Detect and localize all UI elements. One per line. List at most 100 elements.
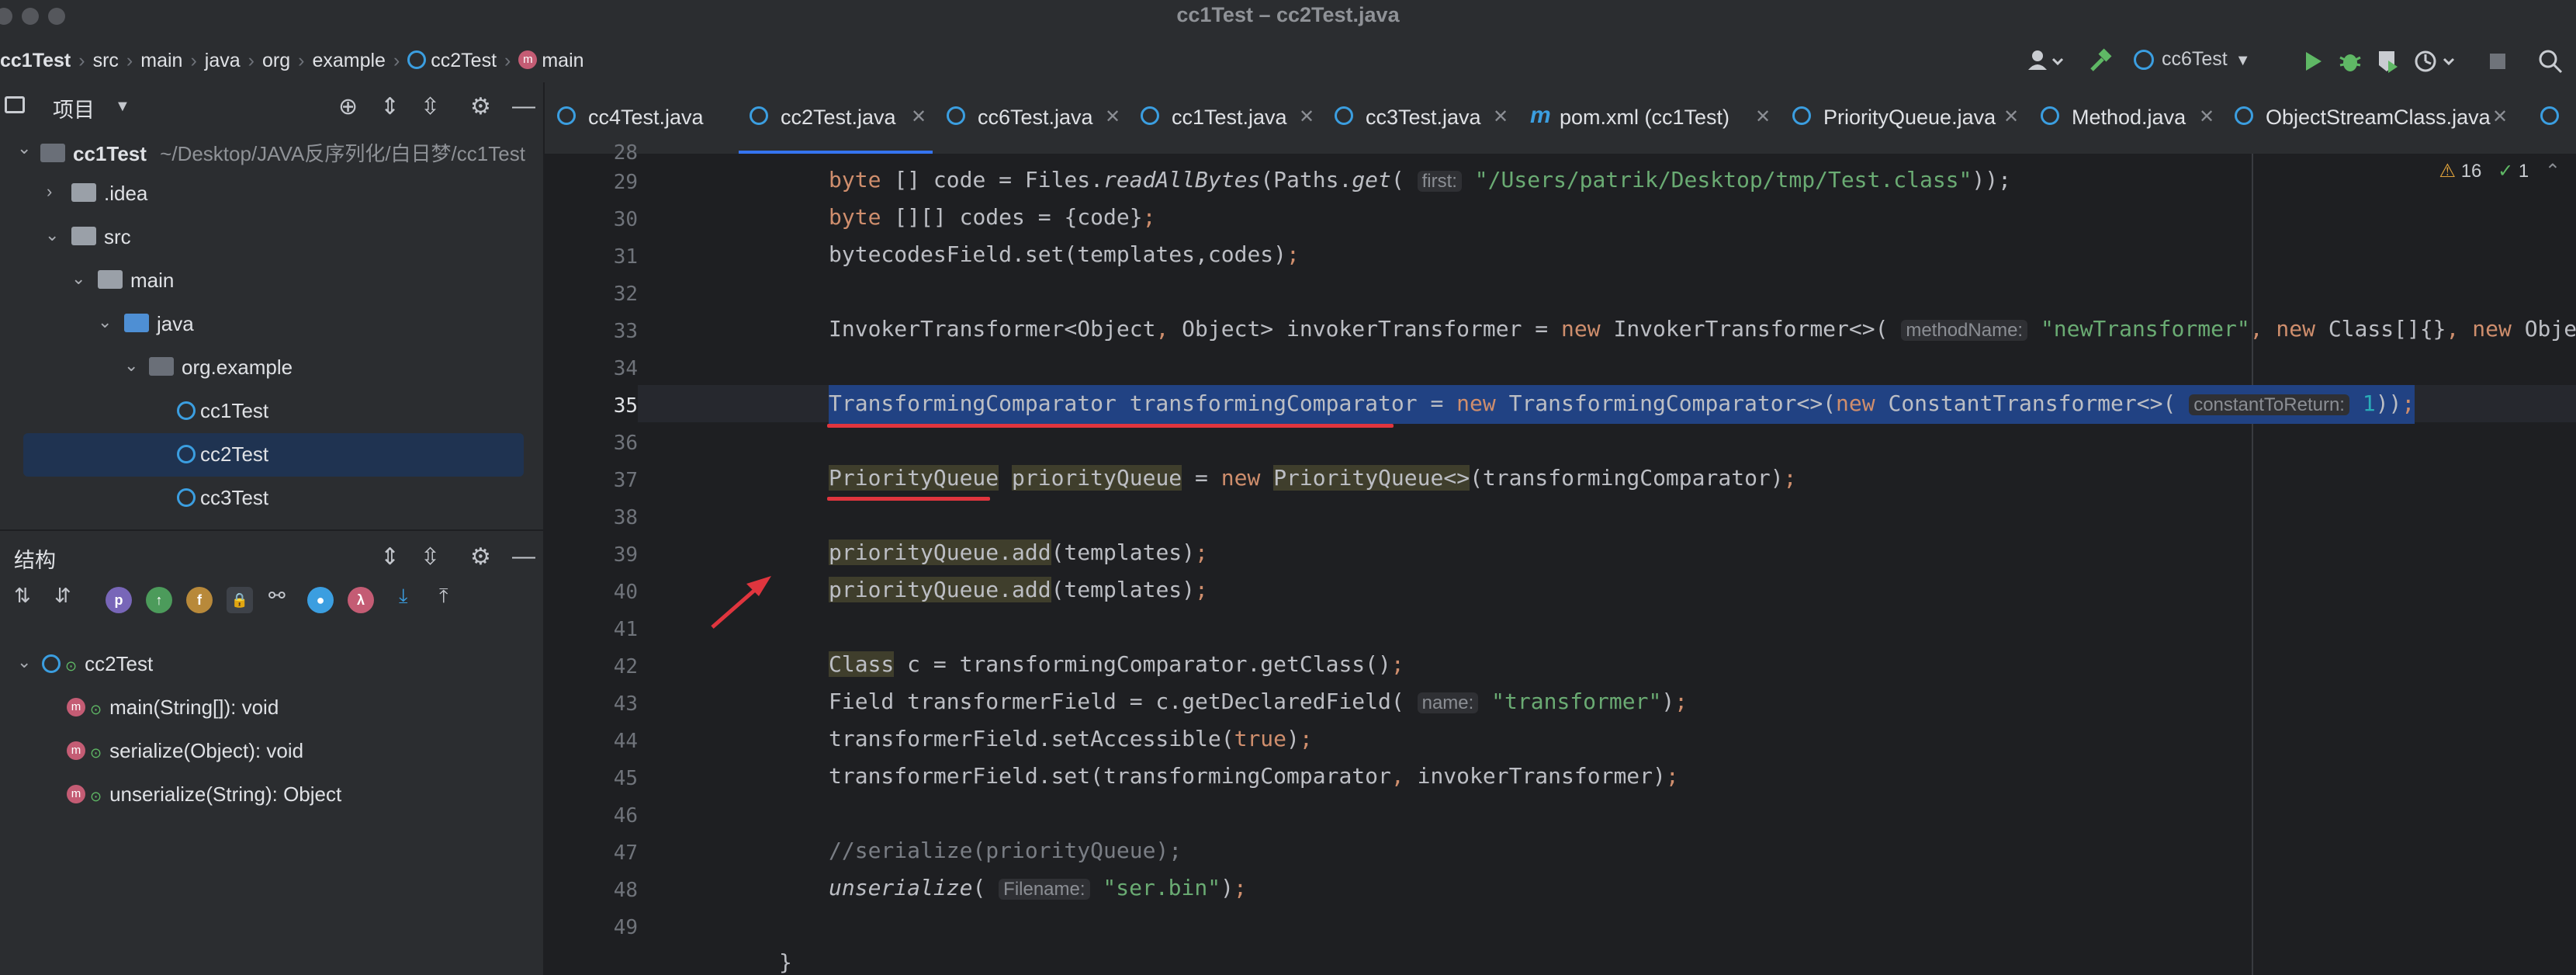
breadcrumb-project[interactable]: cc1Test [0,50,71,71]
breadcrumb-java[interactable]: java [205,50,241,71]
line-number: 39 [613,543,638,567]
panel-divider[interactable] [0,529,543,531]
tree-item-cc3test[interactable]: cc3Test [0,477,543,520]
red-arrow-annotation [711,576,771,629]
profiler-icon[interactable] [2413,48,2460,80]
locate-target-icon[interactable]: ⊕ [338,93,358,120]
chevron-down-icon[interactable]: ⌄ [17,138,31,158]
tab-cc6test[interactable]: cc6Test.java ✕ [933,82,1127,154]
breadcrumb-src[interactable]: src [93,50,119,71]
structure-item-method[interactable]: m ⊙ main(String[]): void [0,686,543,730]
tab-pom-xml[interactable]: m pom.xml (cc1Test) ✕ [1515,82,1778,154]
tree-item-idea[interactable]: › .idea [0,172,543,216]
line-number: 48 [613,879,638,902]
show-properties-icon[interactable]: p [106,587,132,613]
stop-icon[interactable] [2486,48,2509,80]
expand-all-icon[interactable]: ⇕ [380,543,400,571]
tab-label: pom.xml (cc1Test) [1560,106,1730,129]
close-icon[interactable]: ✕ [1755,106,1771,128]
build-hammer-icon[interactable] [2087,48,2114,80]
show-non-public-icon[interactable]: 🔒 [227,587,253,613]
tab-cc1test[interactable]: cc1Test.java ✕ [1127,82,1321,154]
show-inherited-icon[interactable]: ↑ [146,587,172,613]
chevron-down-icon[interactable]: ⌄ [124,356,138,376]
gear-icon[interactable]: ⚙ [470,543,491,571]
tab-priorityqueue[interactable]: PriorityQueue.java ✕ [1778,82,2027,154]
tree-item-java[interactable]: ⌄ java [0,303,543,346]
structure-item-method[interactable]: m ⊙ serialize(Object): void [0,730,543,773]
structure-item-class[interactable]: ⌄ ⊙ cc2Test [0,643,543,686]
project-panel-title[interactable]: 项目 [53,93,95,123]
coverage-icon[interactable] [2374,48,2401,80]
structure-toolbar: ⇅ ⇵ p ↑ f 🔒 ⚯ ● λ ⤓ ⤒ [0,576,543,623]
show-fields-icon[interactable]: f [186,587,213,613]
hide-panel-icon[interactable]: — [512,93,535,120]
expand-all-icon[interactable]: ⇕ [380,93,400,120]
breadcrumb-example[interactable]: example [312,50,386,71]
close-icon[interactable]: ✕ [911,106,926,128]
structure-item-method[interactable]: m ⊙ unserialize(String): Object [0,773,543,817]
structure-member-label: main(String[]): void [109,696,279,719]
user-icon[interactable] [2027,48,2065,80]
chevron-down-icon[interactable]: ⌄ [98,312,112,332]
autoscroll-from-source-icon[interactable]: ⤒ [439,584,448,609]
close-icon[interactable]: ✕ [2003,106,2019,128]
code-text-area[interactable]: byte [] code = Files.readAllBytes(Paths.… [638,154,2576,975]
tree-item-org-example[interactable]: ⌄ org.example [0,346,543,390]
left-tool-panel: 项目 ▼ ⊕ ⇕ ⇳ ⚙ — ⌄ cc1Test ~/Desktop/JAVA反… [0,82,545,975]
code-line-28: byte [] code = Files.readAllBytes(Paths.… [829,167,2011,193]
tab-cc3test[interactable]: cc3Test.java ✕ [1321,82,1515,154]
breadcrumb-method[interactable]: main [542,50,583,71]
close-icon[interactable]: ✕ [1493,106,1508,128]
breadcrumb-org[interactable]: org [262,50,290,71]
tree-item-src[interactable]: ⌄ src [0,216,543,259]
breadcrumb-main[interactable]: main [140,50,182,71]
param-hint: name: [1417,692,1479,713]
show-lambda-icon[interactable]: λ [348,587,374,613]
close-icon[interactable]: ✕ [2199,106,2214,128]
code-editor: cc4Test.java cc2Test.java ✕ cc6Test.java… [545,82,2576,975]
tree-item-label: cc1Test [73,142,147,165]
line-number-gutter[interactable]: 28 29 30 31 32 33 34 35 36 37 38 39 40 4… [545,141,638,975]
method-icon: m [518,50,538,70]
tab-cc2test[interactable]: cc2Test.java ✕ [739,82,933,154]
chevron-right-icon[interactable]: › [47,182,52,202]
sort-alphabetically-icon[interactable]: ⇵ [54,584,71,608]
autoscroll-to-source-icon[interactable]: ⤓ [399,584,408,609]
tree-item-project-root[interactable]: ⌄ cc1Test ~/Desktop/JAVA反序列化/白日梦/cc1Test [0,129,543,172]
lock-icon: ⊙ [90,789,102,804]
tree-item-label: .idea [104,182,148,205]
chevron-down-icon[interactable]: ⌄ [17,652,31,672]
run-config-selector[interactable]: cc6Test ▼ [2134,48,2251,71]
method-icon: m [67,741,85,761]
tree-item-main[interactable]: ⌄ main [0,259,543,303]
debug-icon[interactable] [2337,48,2363,80]
line-number: 28 [613,141,638,165]
tree-item-cc1test[interactable]: cc1Test [0,390,543,433]
tree-item-label: src [104,225,131,248]
show-lambdas-icon[interactable]: ● [307,587,334,613]
hide-panel-icon[interactable]: — [512,543,535,570]
tree-item-cc2test[interactable]: cc2Test [23,433,524,477]
run-icon[interactable] [2301,48,2325,80]
tab-objectstreamclass[interactable]: ObjectStreamClass.java ✕ [2221,82,2515,154]
class-icon [947,106,965,125]
chevron-down-icon[interactable]: ▼ [115,98,130,116]
breadcrumb-class[interactable]: cc2Test [431,50,497,71]
code-line-46: //serialize(priorityQueue); [829,838,1182,863]
maven-icon: m [1530,102,1551,128]
tab-method[interactable]: Method.java ✕ [2027,82,2221,154]
chevron-down-icon[interactable]: ⌄ [71,269,85,289]
gear-icon[interactable]: ⚙ [470,93,491,120]
collapse-all-icon[interactable]: ⇳ [421,93,440,120]
close-icon[interactable]: ✕ [1299,106,1314,128]
search-icon[interactable] [2537,48,2564,80]
show-anonymous-icon[interactable]: ⚯ [268,584,286,608]
run-config-label: cc6Test [2162,48,2228,70]
collapse-all-icon[interactable]: ⇳ [421,543,440,571]
tab-overflow[interactable] [2531,82,2576,154]
close-icon[interactable]: ✕ [1105,106,1120,128]
close-icon[interactable]: ✕ [2492,106,2508,128]
sort-by-type-icon[interactable]: ⇅ [14,584,31,608]
chevron-down-icon[interactable]: ⌄ [45,225,59,245]
